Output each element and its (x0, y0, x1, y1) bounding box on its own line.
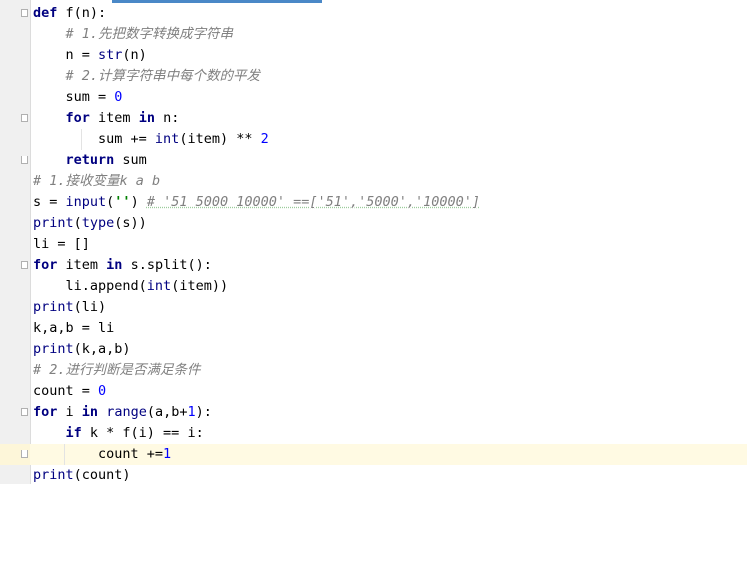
code-line[interactable]: k,a,b = li (0, 318, 747, 339)
fold-marker-icon[interactable] (21, 408, 28, 416)
code-line[interactable]: # 2.计算字符串中每个数的平发 (0, 66, 747, 87)
code-comment: # 2.进行判断是否满足条件 (33, 362, 201, 378)
code-line-text: if k * f(i) == i: (65, 425, 204, 441)
code-line[interactable]: for item in s.split(): (0, 255, 747, 276)
code-line-text: return sum (65, 152, 147, 168)
code-line-text: count +=1 (33, 446, 172, 462)
code-line[interactable]: s = input('') # '51 5000 10000' ==['51',… (0, 192, 747, 213)
code-line[interactable]: print(li) (0, 297, 747, 318)
fold-end-marker-icon[interactable] (21, 156, 28, 164)
code-line[interactable]: for i in range(a,b+1): (0, 402, 747, 423)
code-line[interactable]: li.append(int(item)) (0, 276, 747, 297)
fold-marker-icon[interactable] (21, 261, 28, 269)
code-line-text: k,a,b = li (33, 320, 115, 336)
code-line-text: print(k,a,b) (33, 341, 131, 357)
code-line[interactable]: sum += int(item) ** 2 (0, 129, 747, 150)
code-line[interactable]: print(k,a,b) (0, 339, 747, 360)
code-line[interactable]: # 1.先把数字转换成字符串 (0, 24, 747, 45)
fold-marker-icon[interactable] (21, 9, 28, 17)
code-line[interactable]: li = [] (0, 234, 747, 255)
code-line[interactable]: n = str(n) (0, 45, 747, 66)
code-line-text: for i in range(a,b+1): (33, 404, 212, 420)
code-line[interactable]: # 1.接收变量k a b (0, 171, 747, 192)
code-line-text: sum = 0 (33, 89, 123, 105)
code-comment: # 2.计算字符串中每个数的平发 (33, 68, 261, 84)
code-line-text: count = 0 (33, 383, 107, 399)
code-editor[interactable]: def f(n): # 1.先把数字转换成字符串 n = str(n) # 2.… (0, 3, 747, 486)
code-line-current[interactable]: count +=1 (0, 444, 747, 465)
code-line[interactable]: if k * f(i) == i: (0, 423, 747, 444)
code-line-text: print(count) (33, 467, 131, 483)
code-line[interactable]: print(count) (0, 465, 747, 486)
code-line-text: def f(n): (33, 5, 107, 21)
code-line[interactable]: for item in n: (0, 108, 747, 129)
code-comment: # 1.先把数字转换成字符串 (33, 26, 234, 42)
code-line-text: for item in s.split(): (33, 257, 212, 273)
code-line-text: for item in n: (65, 110, 180, 126)
fold-marker-icon[interactable] (21, 114, 28, 122)
code-line[interactable]: # 2.进行判断是否满足条件 (0, 360, 747, 381)
code-line-text: s = input('') # '51 5000 10000' ==['51',… (33, 194, 481, 210)
code-line-text: li.append(int(item)) (33, 278, 229, 294)
code-line[interactable]: def f(n): (0, 3, 747, 24)
code-line-text: li = [] (33, 236, 90, 252)
code-line[interactable]: return sum (0, 150, 747, 171)
code-line-text: sum += int(item) ** 2 (33, 131, 269, 147)
code-line[interactable]: print(type(s)) (0, 213, 747, 234)
code-line-text: print(li) (33, 299, 107, 315)
code-line[interactable]: sum = 0 (0, 87, 747, 108)
code-comment: # 1.接收变量k a b (33, 173, 161, 189)
code-line-text: print(type(s)) (33, 215, 147, 231)
code-line[interactable]: count = 0 (0, 381, 747, 402)
code-line-text: n = str(n) (33, 47, 147, 63)
fold-end-marker-icon[interactable] (21, 450, 28, 458)
